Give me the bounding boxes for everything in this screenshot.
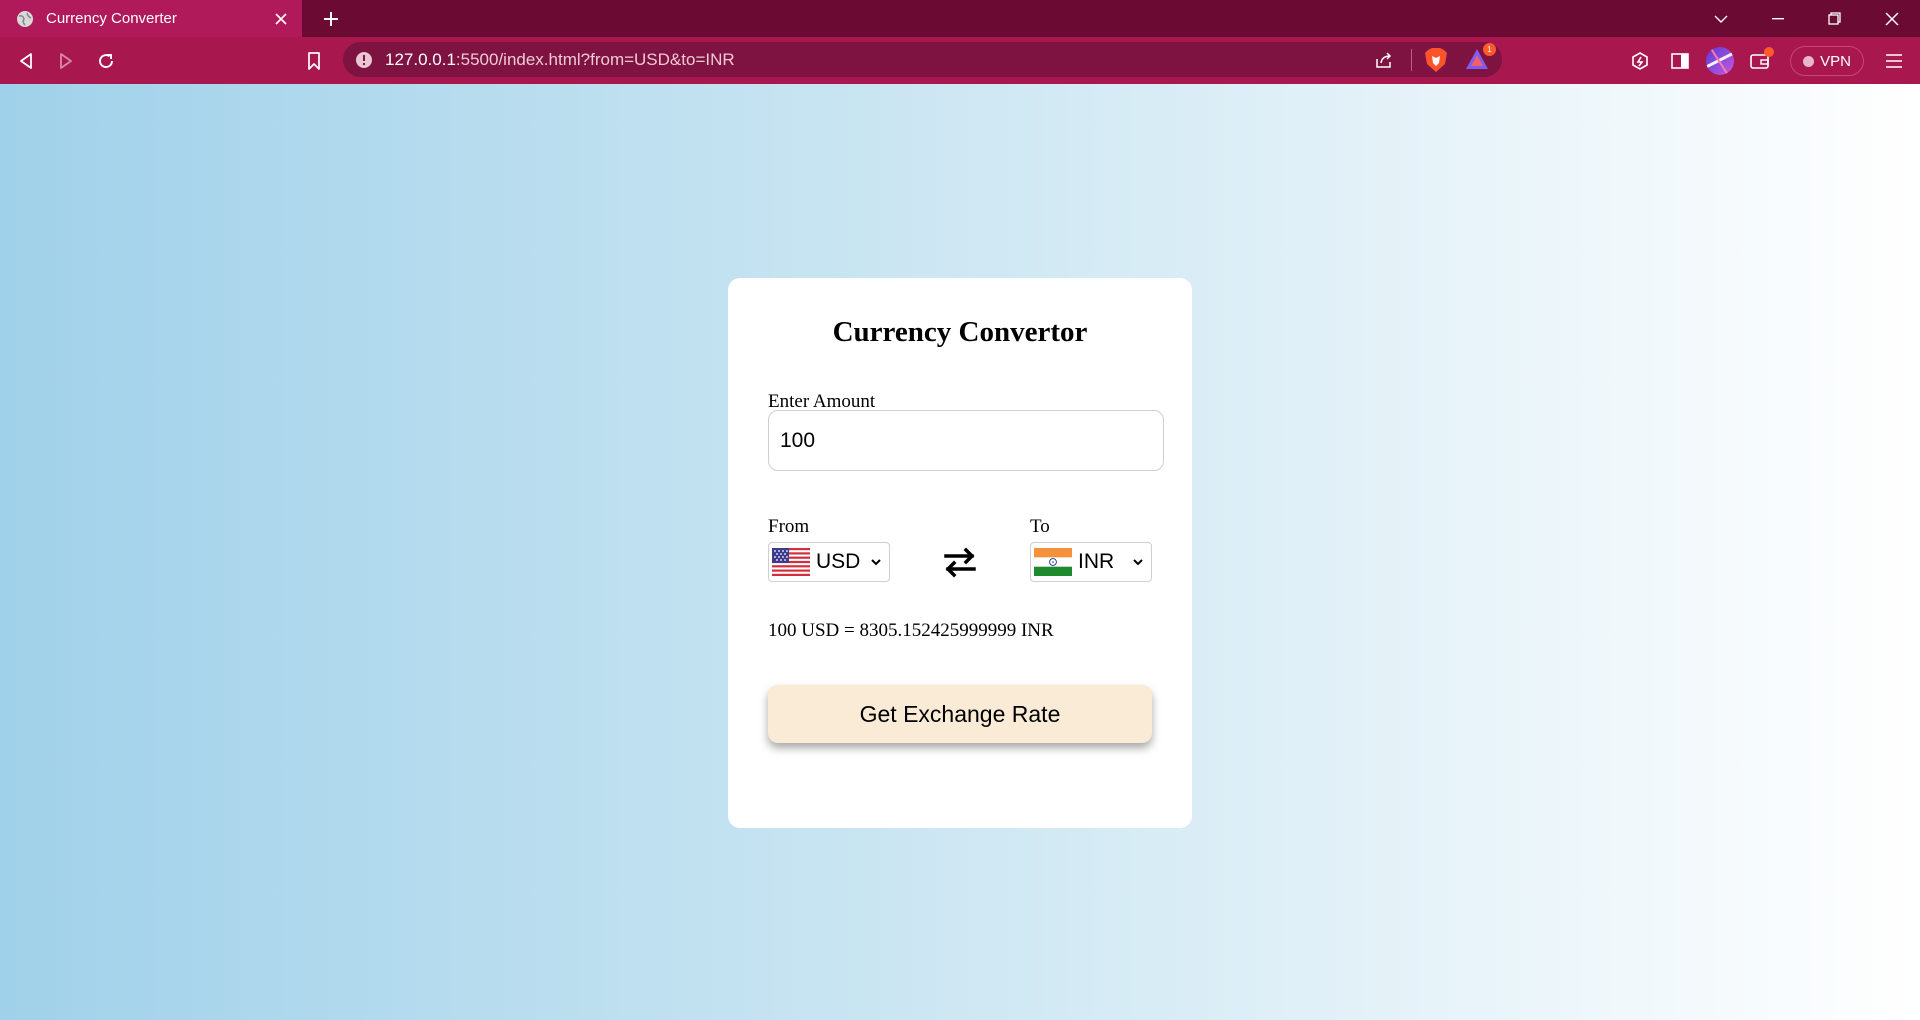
address-bar[interactable]: 127.0.0.1:5500/index.html?from=USD&to=IN… (343, 42, 1502, 77)
close-tab-icon[interactable] (270, 8, 292, 30)
share-icon[interactable] (1369, 51, 1399, 69)
wallet-notification-dot (1764, 47, 1775, 57)
minimize-button[interactable] (1749, 0, 1806, 37)
back-icon[interactable] (6, 41, 46, 81)
url-host: 127.0.0.1 (385, 49, 456, 69)
to-label: To (1030, 516, 1050, 537)
brave-rewards-icon[interactable]: 1 (1464, 42, 1496, 73)
url-text[interactable]: 127.0.0.1:5500/index.html?from=USD&to=IN… (385, 50, 1369, 70)
browser-tab-active[interactable]: Currency Converter (0, 0, 302, 37)
swap-arrows-icon[interactable] (942, 544, 978, 580)
brave-shields-icon[interactable] (1424, 47, 1450, 73)
from-label: From (768, 516, 810, 537)
exchange-result-text: 100 USD = 8305.152425999999 INR (768, 620, 1054, 641)
tab-list-chevron-icon[interactable] (1692, 0, 1749, 37)
chevron-down-icon (1131, 555, 1145, 569)
to-currency-select[interactable]: INR (1030, 542, 1152, 582)
wallet-icon[interactable] (1740, 41, 1780, 81)
bookmark-icon[interactable] (294, 41, 334, 81)
forward-icon[interactable] (46, 41, 86, 81)
globe-icon (16, 10, 34, 28)
amount-input[interactable] (768, 410, 1164, 471)
vpn-label: VPN (1820, 52, 1851, 70)
browser-tab-bar: Currency Converter (0, 0, 1920, 37)
window-controls (1692, 0, 1920, 37)
get-exchange-rate-button[interactable]: Get Exchange Rate (768, 685, 1152, 743)
us-flag-icon (772, 548, 810, 576)
from-currency-code: USD (816, 550, 861, 573)
restore-button[interactable] (1806, 0, 1863, 37)
converter-card: Currency Convertor Enter Amount From (728, 278, 1192, 828)
from-currency-select[interactable]: USD (768, 542, 890, 582)
url-path: :5500/index.html?from=USD&to=INR (455, 49, 735, 69)
page-title: Currency Convertor (832, 316, 1088, 348)
chevron-down-icon (869, 555, 883, 569)
rewards-badge: 1 (1483, 42, 1496, 56)
page-viewport: Currency Convertor Enter Amount From (0, 84, 1920, 1020)
leo-ai-icon[interactable] (1620, 41, 1660, 81)
close-window-button[interactable] (1863, 0, 1920, 37)
sidebar-toggle-icon[interactable] (1660, 41, 1700, 81)
vpn-button[interactable]: VPN (1790, 46, 1864, 76)
browser-toolbar: 127.0.0.1:5500/index.html?from=USD&to=IN… (0, 37, 1920, 84)
address-divider (1411, 48, 1412, 71)
vpn-status-dot (1803, 55, 1815, 67)
india-flag-icon (1034, 548, 1072, 576)
menu-hamburger-icon[interactable] (1874, 41, 1914, 81)
toolbar-right: VPN (1620, 41, 1914, 81)
reload-icon[interactable] (86, 41, 126, 81)
new-tab-button[interactable] (310, 0, 352, 37)
profile-avatar[interactable] (1700, 41, 1740, 81)
to-currency-code: INR (1078, 550, 1115, 573)
site-info-icon[interactable] (355, 51, 373, 69)
tab-title: Currency Converter (46, 10, 177, 27)
